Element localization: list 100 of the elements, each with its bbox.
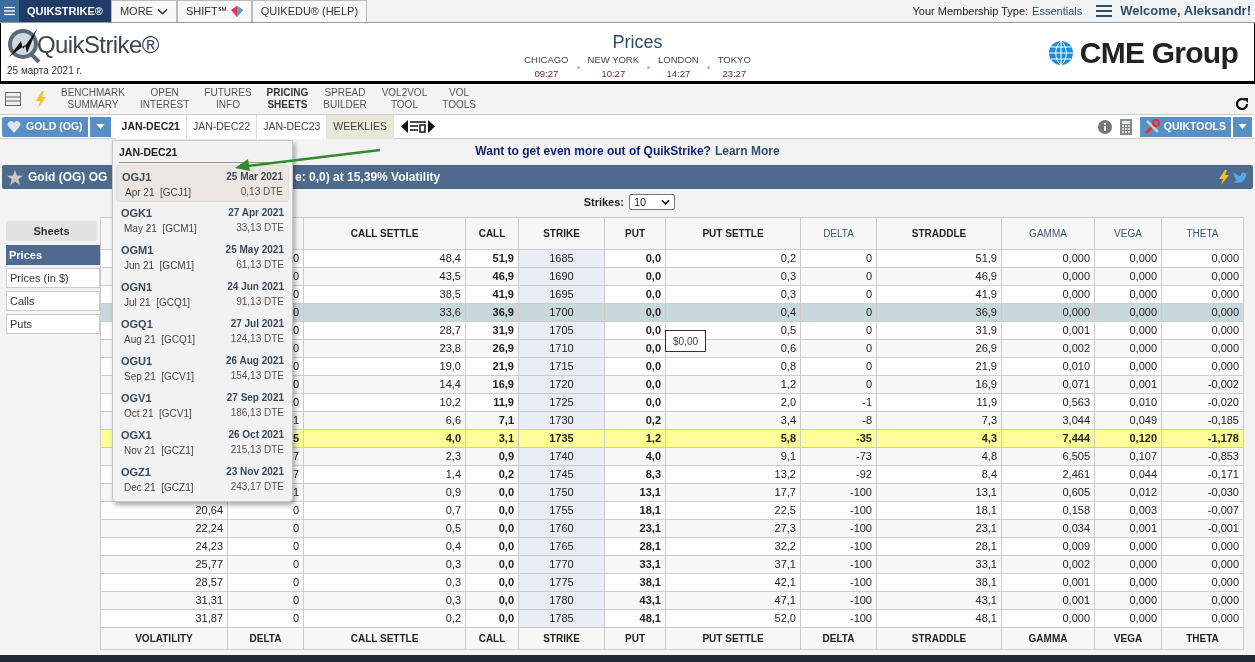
city-time: 23:27 <box>722 67 747 82</box>
table-cell: 42,1 <box>774 576 796 589</box>
caret-icon <box>1238 124 1247 129</box>
table-cell: 0,044 <box>1129 468 1157 481</box>
option-dte: 124,13 DTE <box>230 331 284 346</box>
sheet-item[interactable]: Puts <box>6 314 100 334</box>
product-dropdown-button[interactable] <box>89 116 111 137</box>
table-cell: 0 <box>292 252 299 265</box>
next-icon[interactable] <box>428 120 435 133</box>
toolbar-tab[interactable]: PRICING SHEETS <box>266 87 309 111</box>
toolbar-tab[interactable]: VOL TOOLS <box>442 87 476 111</box>
table-cell: 2,3 <box>445 450 461 463</box>
nav-tab[interactable]: SHIFT℠ <box>176 0 252 22</box>
table-cell: 0,000 <box>1211 288 1239 301</box>
table-cell: 18,1 <box>639 504 661 517</box>
table-cell: 0 <box>292 360 299 373</box>
toolbar-tab[interactable]: BENCHMARK SUMMARY <box>61 87 125 111</box>
table-cell: 0,012 <box>1129 486 1157 499</box>
table-cell: 43,1 <box>975 594 997 607</box>
contract-tab[interactable]: JAN-DEC23 <box>257 114 328 139</box>
table-cell: 28,1 <box>639 540 661 553</box>
toolbar-tab[interactable]: VOL2VOL TOOL <box>381 87 428 111</box>
caret-icon <box>95 124 105 129</box>
city-name: CHICAGO <box>524 53 569 67</box>
expiry-option[interactable]: OGU1 Sep 21 [GCV1] 26 Aug 2021 154,13 DTE <box>116 349 289 387</box>
table-cell: -0,002 <box>1207 378 1239 391</box>
table-cell: 1685 <box>549 252 574 265</box>
nav-tab[interactable]: MORE <box>110 0 177 22</box>
expiry-option[interactable]: OGX1 Nov 21 [GCZ1] 26 Oct 2021 215,13 DTE <box>116 423 289 461</box>
expiry-option[interactable]: OGV1 Oct 21 [GCV1] 27 Sep 2021 186,13 DTE <box>116 386 289 424</box>
table-cell: 0,107 <box>1129 450 1157 463</box>
column-header: THETA <box>1161 217 1244 250</box>
table-cell: 0,000 <box>1062 270 1090 283</box>
sheet-item[interactable]: Prices <box>6 245 100 265</box>
table-cell: 0,001 <box>1062 576 1090 589</box>
membership-label: Your Membership Type: <box>912 3 1029 19</box>
menu-icon[interactable] <box>4 6 15 16</box>
refresh-icon[interactable] <box>1235 97 1249 111</box>
expiry-option[interactable]: OGK1 May 21 [GCM1] 27 Apr 2021 33,13 DTE <box>116 201 289 239</box>
table-cell: 0,0 <box>498 594 514 607</box>
option-dte: 186,13 DTE <box>230 405 284 420</box>
list-icon[interactable] <box>5 92 21 106</box>
quiktools-dropdown-button[interactable] <box>1233 116 1252 137</box>
table-cell: 0 <box>865 306 872 319</box>
expiry-option[interactable]: OGJ1 Apr 21 [GCJ1] 25 Mar 2021 0,13 DTE <box>116 164 289 202</box>
table-cell: 0,158 <box>1062 504 1090 517</box>
strikes-select[interactable]: 10 <box>629 194 675 210</box>
column-footer: STRIKE <box>518 627 605 650</box>
menu-icon[interactable] <box>1096 4 1113 18</box>
table-cell: 1695 <box>549 288 574 301</box>
table-cell: 0,7 <box>445 504 461 517</box>
expiry-option[interactable]: OGZ1 Dec 21 [GCZ1] 23 Nov 2021 243,17 DTE <box>116 460 289 498</box>
option-dte: 0,13 DTE <box>240 184 283 199</box>
calculator-icon[interactable] <box>1119 118 1132 135</box>
table-cell: 0,0 <box>645 252 661 265</box>
table-cell: 0,000 <box>1129 342 1157 355</box>
toolbar-tab[interactable]: SPREAD BUILDER <box>323 87 367 111</box>
sheet-item[interactable]: Prices (in $) <box>6 268 100 288</box>
expiry-option[interactable]: OGQ1 Aug 21 [GCQ1] 27 Jul 2021 124,13 DTE <box>116 312 289 350</box>
sheet-item[interactable]: Calls <box>6 291 100 311</box>
table-cell: 4,0 <box>445 432 461 445</box>
table-cell: -1 <box>862 396 872 409</box>
table-cell: 1735 <box>549 432 574 445</box>
nav-tab[interactable]: QUIKEDU® (HELP) <box>251 0 368 22</box>
contract-tab[interactable]: JAN-DEC21 <box>115 114 187 139</box>
lightning-icon[interactable] <box>1219 169 1229 185</box>
table-cell: 1765 <box>549 540 574 553</box>
option-code: OGN1 <box>121 279 154 295</box>
option-date: 26 Aug 2021 <box>226 353 284 368</box>
page-title: Prices <box>612 31 663 53</box>
contract-tab[interactable]: WEEKLIES <box>327 114 394 139</box>
column-footer: CALL <box>465 627 519 650</box>
table-cell: 0 <box>292 342 299 355</box>
column-footer: VOLATILITY <box>100 627 228 650</box>
info-icon[interactable] <box>1097 119 1112 134</box>
table-cell: -100 <box>849 594 872 607</box>
table-cell: 1700 <box>549 306 574 319</box>
table-cell: 14,4 <box>439 378 461 391</box>
option-month: Aug 21 [GCQ1] <box>123 333 196 348</box>
option-month: May 21 [GCM1] <box>123 222 197 237</box>
table-cell: 0 <box>292 576 299 589</box>
star-icon[interactable] <box>7 169 23 185</box>
previous-icon[interactable] <box>401 120 408 133</box>
menu-button[interactable] <box>0 0 19 22</box>
nav-tab[interactable]: QUIKSTRIKE® <box>19 0 111 22</box>
learn-more-link[interactable]: Learn More <box>714 142 780 160</box>
list-icon[interactable] <box>410 120 426 133</box>
expiry-option[interactable]: OGN1 Jul 21 [GCQ1] 24 Jun 2021 91,13 DTE <box>116 275 289 313</box>
column-header: STRIKE <box>518 217 605 250</box>
table-cell: 1725 <box>549 396 574 409</box>
logo-text: QuikStrike® <box>37 33 159 57</box>
toolbar-tab[interactable]: FUTURES INFO <box>204 87 252 111</box>
table-cell: 8,4 <box>981 468 997 481</box>
column-header: PUT SETTLE <box>665 217 801 250</box>
toolbar-tab[interactable]: OPEN INTEREST <box>139 87 190 111</box>
option-month: Dec 21 [GCZ1] <box>123 481 194 496</box>
expiry-option[interactable]: OGM1 Jun 21 [GCM1] 25 May 2021 61,13 DTE <box>116 238 289 276</box>
table-cell: 7,444 <box>1062 432 1090 445</box>
table-cell: 0 <box>292 522 299 535</box>
table-cell: 0,000 <box>1211 612 1239 625</box>
